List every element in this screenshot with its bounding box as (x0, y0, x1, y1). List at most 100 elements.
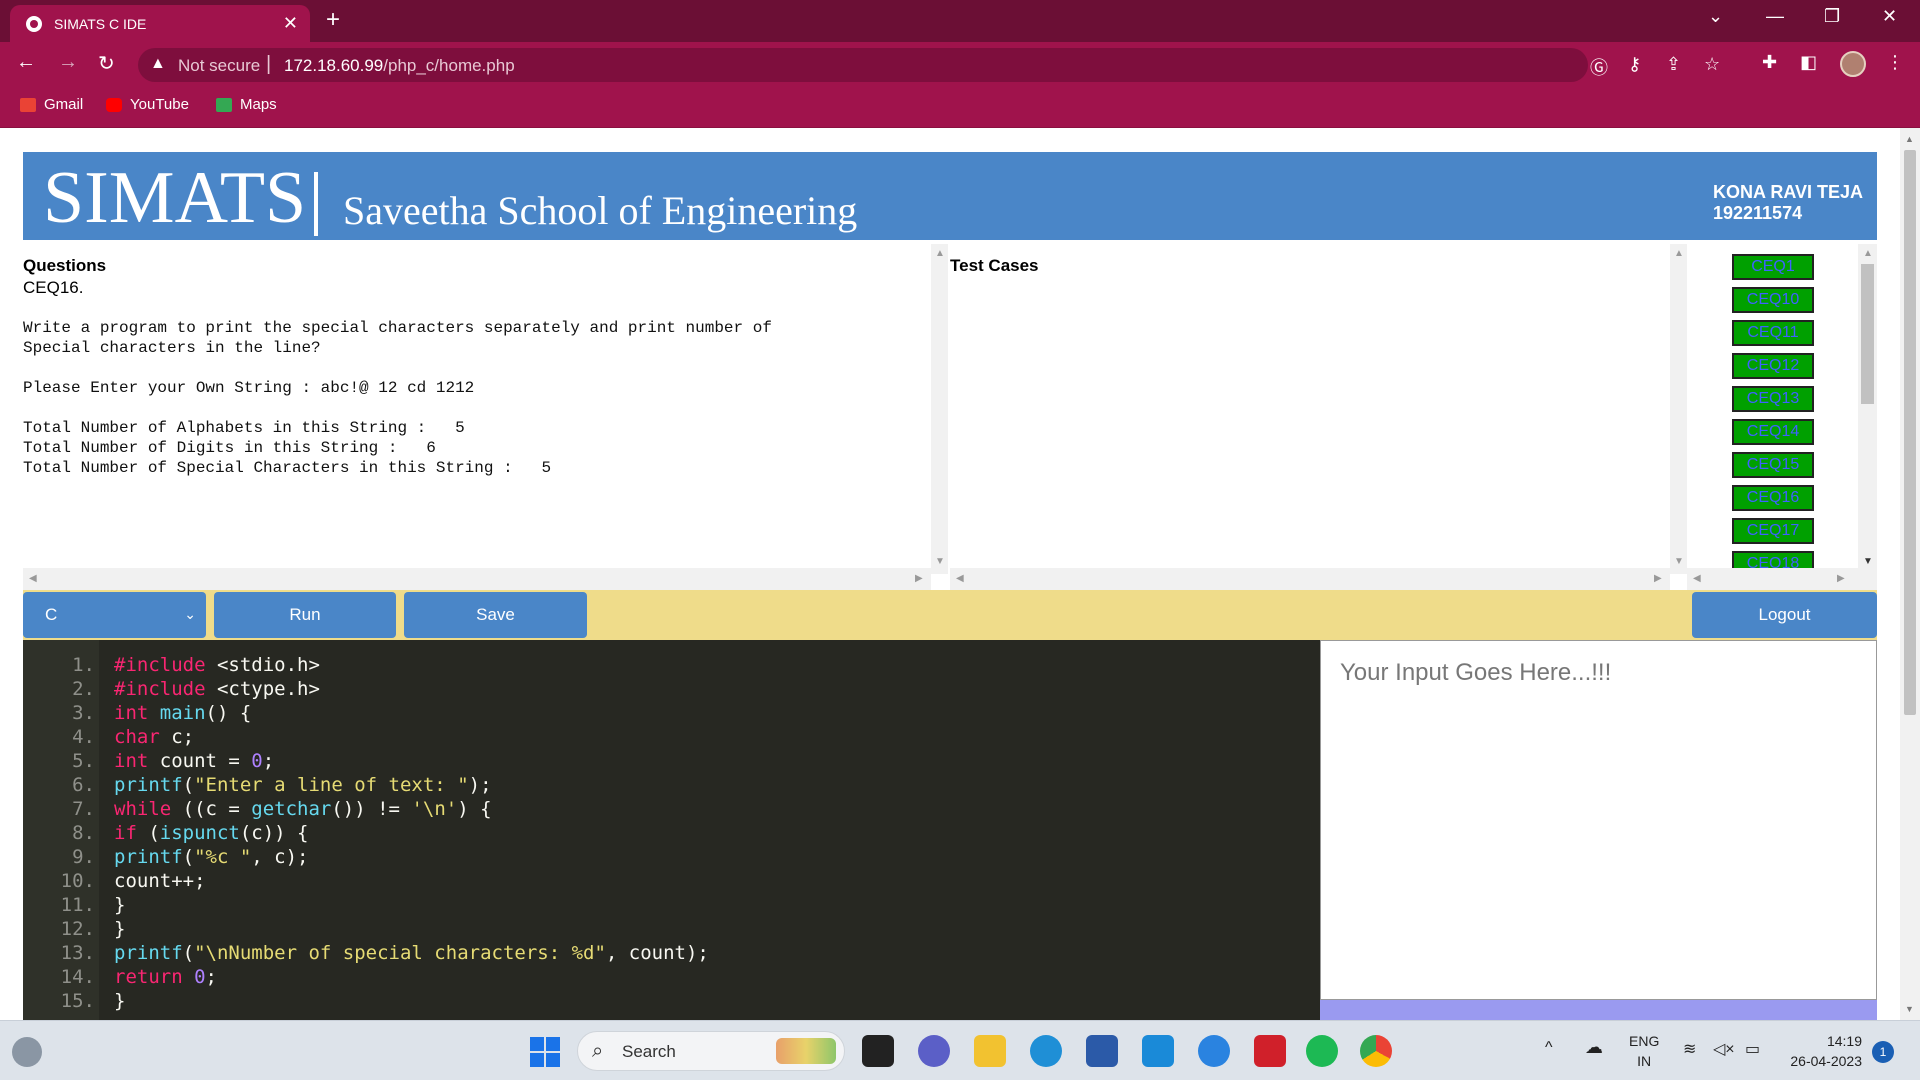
menu-icon[interactable]: ⋮ (1886, 52, 1904, 73)
scroll-right-icon[interactable]: ▶ (915, 573, 923, 584)
notification-badge[interactable]: 1 (1872, 1041, 1894, 1063)
page-vertical-scrollbar[interactable]: ▲ ▼ (1900, 128, 1920, 1020)
myhp-icon[interactable] (1142, 1035, 1174, 1067)
edge-icon[interactable] (1030, 1035, 1062, 1067)
scroll-left-icon[interactable]: ◀ (29, 573, 37, 584)
tab-search-chevron-icon[interactable]: ⌄ (1708, 6, 1723, 27)
question-button-ceq1[interactable]: CEQ1 (1732, 254, 1814, 280)
side-panel-icon[interactable]: ◧ (1800, 52, 1817, 73)
teams-chat-icon[interactable] (918, 1035, 950, 1067)
question-button-ceq16[interactable]: CEQ16 (1732, 485, 1814, 511)
scroll-up-icon[interactable]: ▲ (1863, 248, 1873, 259)
profile-avatar[interactable] (1840, 51, 1866, 77)
code-line[interactable]: printf("%c ", c); (114, 846, 309, 868)
reload-icon[interactable]: ↻ (98, 51, 115, 76)
bookmark-maps[interactable]: Maps (216, 96, 277, 113)
forward-icon[interactable]: → (58, 51, 78, 74)
question-button-ceq15[interactable]: CEQ15 (1732, 452, 1814, 478)
bookmark-star-icon[interactable]: ☆ (1704, 54, 1720, 75)
code-line[interactable]: #include <stdio.h> (114, 654, 320, 676)
share-icon[interactable]: ⇪ (1666, 54, 1681, 75)
language-indicator[interactable]: ENG IN (1629, 1031, 1659, 1071)
scroll-down-icon[interactable]: ▼ (935, 556, 945, 567)
code-line[interactable]: } (114, 918, 125, 940)
close-tab-icon[interactable]: ✕ (283, 13, 298, 34)
get-help-icon[interactable] (1198, 1035, 1230, 1067)
code-line[interactable]: } (114, 894, 125, 916)
code-line[interactable]: #include <ctype.h> (114, 678, 320, 700)
microsoft-store-icon[interactable] (1086, 1035, 1118, 1067)
code-line[interactable]: char c; (114, 726, 194, 748)
volume-muted-icon[interactable]: ◁× (1713, 1039, 1735, 1059)
scrollbar-thumb[interactable] (1861, 264, 1874, 404)
test-cases-vertical-scrollbar[interactable]: ▲ ▼ (1670, 244, 1687, 574)
code-line[interactable]: if (ispunct(c)) { (114, 822, 309, 844)
scroll-up-icon[interactable]: ▲ (1674, 248, 1684, 259)
wifi-icon[interactable]: ≋ (1683, 1039, 1696, 1059)
code-line[interactable]: int count = 0; (114, 750, 274, 772)
chrome-icon[interactable] (1360, 1035, 1392, 1067)
test-cases-horizontal-scrollbar[interactable]: ◀ ▶ (950, 568, 1670, 590)
question-list-vertical-scrollbar[interactable]: ▲ ▼ (1858, 244, 1877, 574)
input-status-bar (1320, 1000, 1877, 1020)
questions-vertical-scrollbar[interactable]: ▲ ▼ (931, 244, 948, 574)
scroll-down-icon[interactable]: ▼ (1674, 556, 1684, 567)
logout-button[interactable]: Logout (1692, 592, 1877, 638)
task-view-icon[interactable] (862, 1035, 894, 1067)
question-button-ceq12[interactable]: CEQ12 (1732, 353, 1814, 379)
chevron-up-icon[interactable]: ^ (1545, 1039, 1553, 1057)
onedrive-icon[interactable]: ☁ (1585, 1037, 1603, 1058)
scroll-down-icon[interactable]: ▼ (1863, 556, 1873, 567)
clock[interactable]: 14:19 26-04-2023 (1776, 1031, 1862, 1071)
question-button-ceq17[interactable]: CEQ17 (1732, 518, 1814, 544)
question-button-ceq10[interactable]: CEQ10 (1732, 287, 1814, 313)
warning-icon[interactable]: ▲ (150, 55, 166, 73)
bookmark-youtube[interactable]: YouTube (106, 96, 189, 113)
scroll-right-icon[interactable]: ▶ (1837, 573, 1845, 584)
spotify-icon[interactable] (1306, 1035, 1338, 1067)
questions-horizontal-scrollbar[interactable]: ◀ ▶ (23, 568, 931, 590)
question-button-ceq14[interactable]: CEQ14 (1732, 419, 1814, 445)
battery-icon[interactable]: ▭ (1745, 1039, 1760, 1059)
password-key-icon[interactable]: ⚷ (1628, 54, 1641, 75)
code-editor[interactable]: 1. 2. 3. 4. 5. 6. 7. 8. 9. 10. 11. 12. 1… (23, 640, 1320, 1020)
scrollbar-thumb[interactable] (1904, 150, 1916, 715)
language-select[interactable]: C ⌄ (23, 592, 206, 638)
file-explorer-icon[interactable] (974, 1035, 1006, 1067)
back-icon[interactable]: ← (16, 51, 36, 74)
scroll-up-icon[interactable]: ▲ (1905, 134, 1914, 144)
code-line[interactable]: count++; (114, 870, 206, 892)
address-bar[interactable]: ▲ Not secure | 172.18.60.99/php_c/home.p… (138, 48, 1720, 82)
google-icon[interactable]: Ⓖ (1590, 54, 1608, 80)
question-list-horizontal-scrollbar[interactable]: ◀ ▶ (1687, 568, 1877, 590)
code-line[interactable]: printf("Enter a line of text: "); (114, 774, 492, 796)
bookmark-gmail[interactable]: Gmail (20, 96, 83, 113)
save-button[interactable]: Save (404, 592, 587, 638)
new-tab-icon[interactable]: + (326, 6, 340, 34)
code-line[interactable]: printf("\nNumber of special characters: … (114, 942, 709, 964)
run-button[interactable]: Run (214, 592, 396, 638)
taskbar-search[interactable]: ⌕ Search (577, 1031, 845, 1071)
browser-tab[interactable]: SIMATS C IDE ✕ (10, 5, 310, 42)
scroll-up-icon[interactable]: ▲ (935, 248, 945, 259)
mcafee-icon[interactable] (1254, 1035, 1286, 1067)
question-button-ceq13[interactable]: CEQ13 (1732, 386, 1814, 412)
code-line[interactable]: } (114, 990, 125, 1012)
scroll-right-icon[interactable]: ▶ (1654, 573, 1662, 584)
restore-icon[interactable]: ❐ (1824, 6, 1840, 27)
line-number: 6. (72, 774, 95, 796)
weather-icon[interactable] (12, 1037, 42, 1067)
code-line[interactable]: return 0; (114, 966, 217, 988)
close-window-icon[interactable]: ✕ (1882, 6, 1897, 27)
extensions-icon[interactable]: ✚ (1762, 52, 1777, 73)
minimize-icon[interactable]: — (1766, 6, 1784, 27)
program-input-area[interactable]: Your Input Goes Here...!!! (1320, 640, 1877, 1000)
question-button-ceq11[interactable]: CEQ11 (1732, 320, 1814, 346)
scroll-down-icon[interactable]: ▼ (1905, 1004, 1914, 1014)
url-text[interactable]: 172.18.60.99/php_c/home.php (284, 56, 515, 76)
code-line[interactable]: while ((c = getchar()) != '\n') { (114, 798, 492, 820)
code-line[interactable]: int main() { (114, 702, 251, 724)
scroll-left-icon[interactable]: ◀ (956, 573, 964, 584)
scroll-left-icon[interactable]: ◀ (1693, 573, 1701, 584)
start-icon[interactable] (530, 1037, 560, 1067)
